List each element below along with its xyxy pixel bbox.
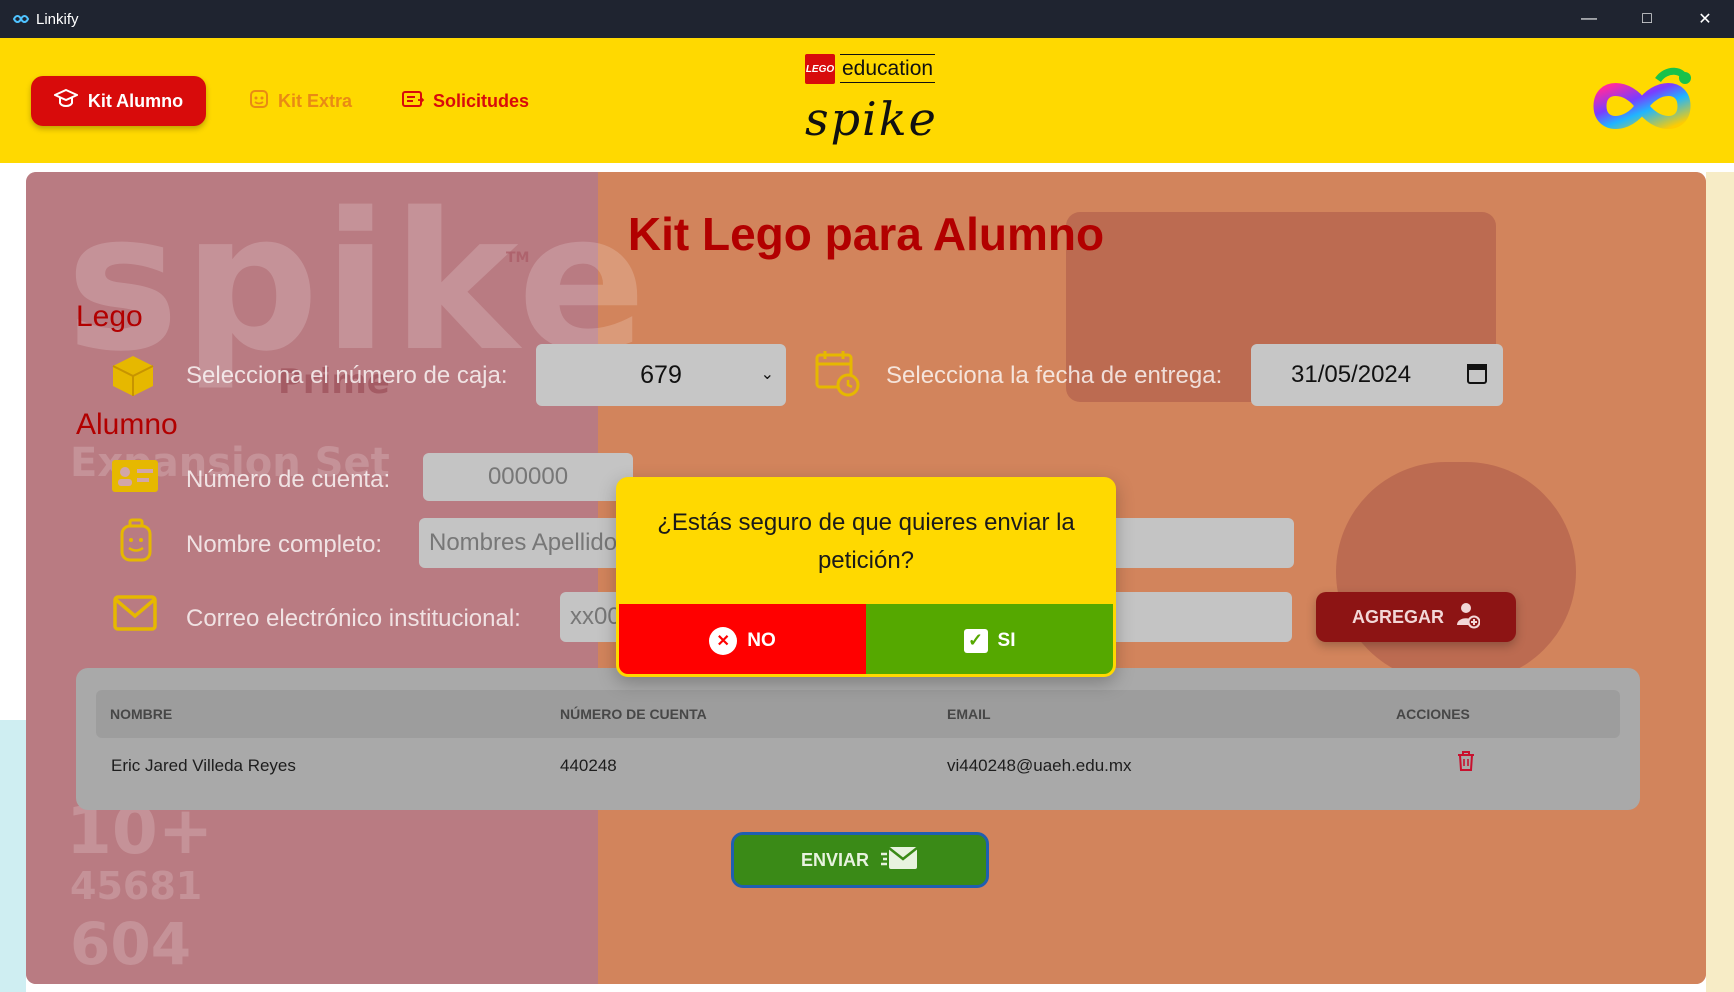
header-actions: ACCIONES	[1396, 706, 1470, 722]
lego-head-icon	[248, 87, 270, 116]
background-wheel	[1336, 462, 1576, 682]
nav-kit-extra-label: Kit Extra	[278, 90, 353, 111]
window-titlebar: Linkify — □ ✕	[0, 0, 1734, 38]
checkbox-checked-icon: ✓	[963, 628, 988, 653]
send-mail-icon	[881, 844, 919, 877]
id-card-icon	[110, 456, 158, 500]
full-name-placeholder: Nombres Apellidos	[429, 529, 630, 556]
page-title: Kit Lego para Alumno	[627, 208, 1105, 260]
account-number-placeholder: 000000	[487, 463, 569, 490]
nav-solicitudes-label: Solicitudes	[433, 90, 530, 111]
background-set-number: 45681	[70, 864, 203, 908]
confirm-no-label: NO	[747, 629, 776, 651]
maximize-button[interactable]: □	[1618, 0, 1676, 38]
confirm-yes-label: SI	[997, 629, 1016, 651]
calendar-icon[interactable]	[1467, 364, 1487, 384]
side-decoration-right	[1706, 172, 1734, 992]
alumno-section-label: Alumno	[76, 408, 178, 441]
send-label: ENVIAR	[800, 849, 869, 870]
graduation-cap-icon	[52, 88, 80, 115]
linkify-logo-icon	[1588, 58, 1696, 143]
box-number-value: 679	[640, 360, 682, 389]
delivery-date-input[interactable]: 31/05/2024	[1251, 344, 1503, 406]
cell-account: 440248	[560, 756, 617, 775]
nav-kit-extra[interactable]: Kit Extra	[248, 76, 352, 126]
box-number-label: Selecciona el número de caja:	[186, 362, 508, 389]
lego-section-label: Lego	[76, 300, 143, 333]
cell-email: vi440248@uaeh.edu.mx	[947, 756, 1132, 775]
nav-kit-alumno-label: Kit Alumno	[87, 90, 184, 111]
account-number-input[interactable]: 000000	[423, 453, 633, 501]
close-button[interactable]: ✕	[1676, 0, 1734, 38]
email-label: Correo electrónico institucional:	[186, 605, 521, 632]
background-pieces: 604	[70, 910, 192, 978]
header-email: EMAIL	[947, 706, 991, 722]
confirm-dialog: ¿Estás seguro de que quieres enviar la p…	[616, 477, 1116, 677]
send-button[interactable]: ENVIAR	[731, 832, 989, 888]
add-student-button[interactable]: AGREGAR	[1316, 592, 1516, 642]
chevron-down-icon: ⌄	[760, 366, 774, 383]
lego-badge: LEGO	[805, 54, 835, 84]
nav-solicitudes[interactable]: Solicitudes	[401, 76, 529, 126]
box-number-select[interactable]: 679 ⌄	[536, 344, 786, 406]
nav-kit-alumno[interactable]: Kit Alumno	[31, 76, 206, 126]
requests-icon	[401, 89, 425, 114]
header-account: NÚMERO DE CUENTA	[560, 706, 707, 722]
close-circle-icon: ✕	[709, 626, 738, 655]
add-student-label: AGREGAR	[1351, 606, 1444, 627]
confirm-no-button[interactable]: ✕ NO	[619, 604, 866, 674]
confirm-yes-button[interactable]: ✓ SI	[866, 604, 1113, 674]
spike-wordmark: spike	[805, 92, 938, 146]
minimize-button[interactable]: —	[1560, 0, 1618, 38]
linkify-app-icon	[12, 12, 30, 26]
trash-icon[interactable]	[1457, 750, 1475, 772]
box-icon	[110, 354, 156, 398]
cell-name: Eric Jared Villeda Reyes	[111, 756, 296, 775]
full-name-label: Nombre completo:	[186, 531, 383, 558]
envelope-icon	[112, 594, 158, 638]
delivery-date-label: Selecciona la fecha de entrega:	[886, 362, 1223, 389]
add-user-icon	[1456, 601, 1481, 634]
side-decoration-left	[0, 720, 26, 992]
students-table: NOMBRE NÚMERO DE CUENTA EMAIL ACCIONES E…	[76, 668, 1640, 810]
education-wordmark: education	[840, 54, 936, 83]
window-title: Linkify	[36, 10, 79, 28]
header-name: NOMBRE	[110, 706, 173, 722]
delivery-date-value: 31/05/2024	[1291, 361, 1412, 388]
lego-person-icon	[116, 518, 162, 562]
table-header: NOMBRE NÚMERO DE CUENTA EMAIL ACCIONES	[96, 690, 1620, 738]
account-number-label: Número de cuenta:	[186, 466, 391, 493]
lego-education-spike-logo: LEGO education spike	[805, 52, 936, 152]
app-header: Kit Alumno Kit Extra Solicitudes LEGO ed…	[0, 38, 1734, 163]
confirm-question: ¿Estás seguro de que quieres enviar la p…	[657, 509, 1075, 574]
calendar-clock-icon	[814, 349, 860, 397]
